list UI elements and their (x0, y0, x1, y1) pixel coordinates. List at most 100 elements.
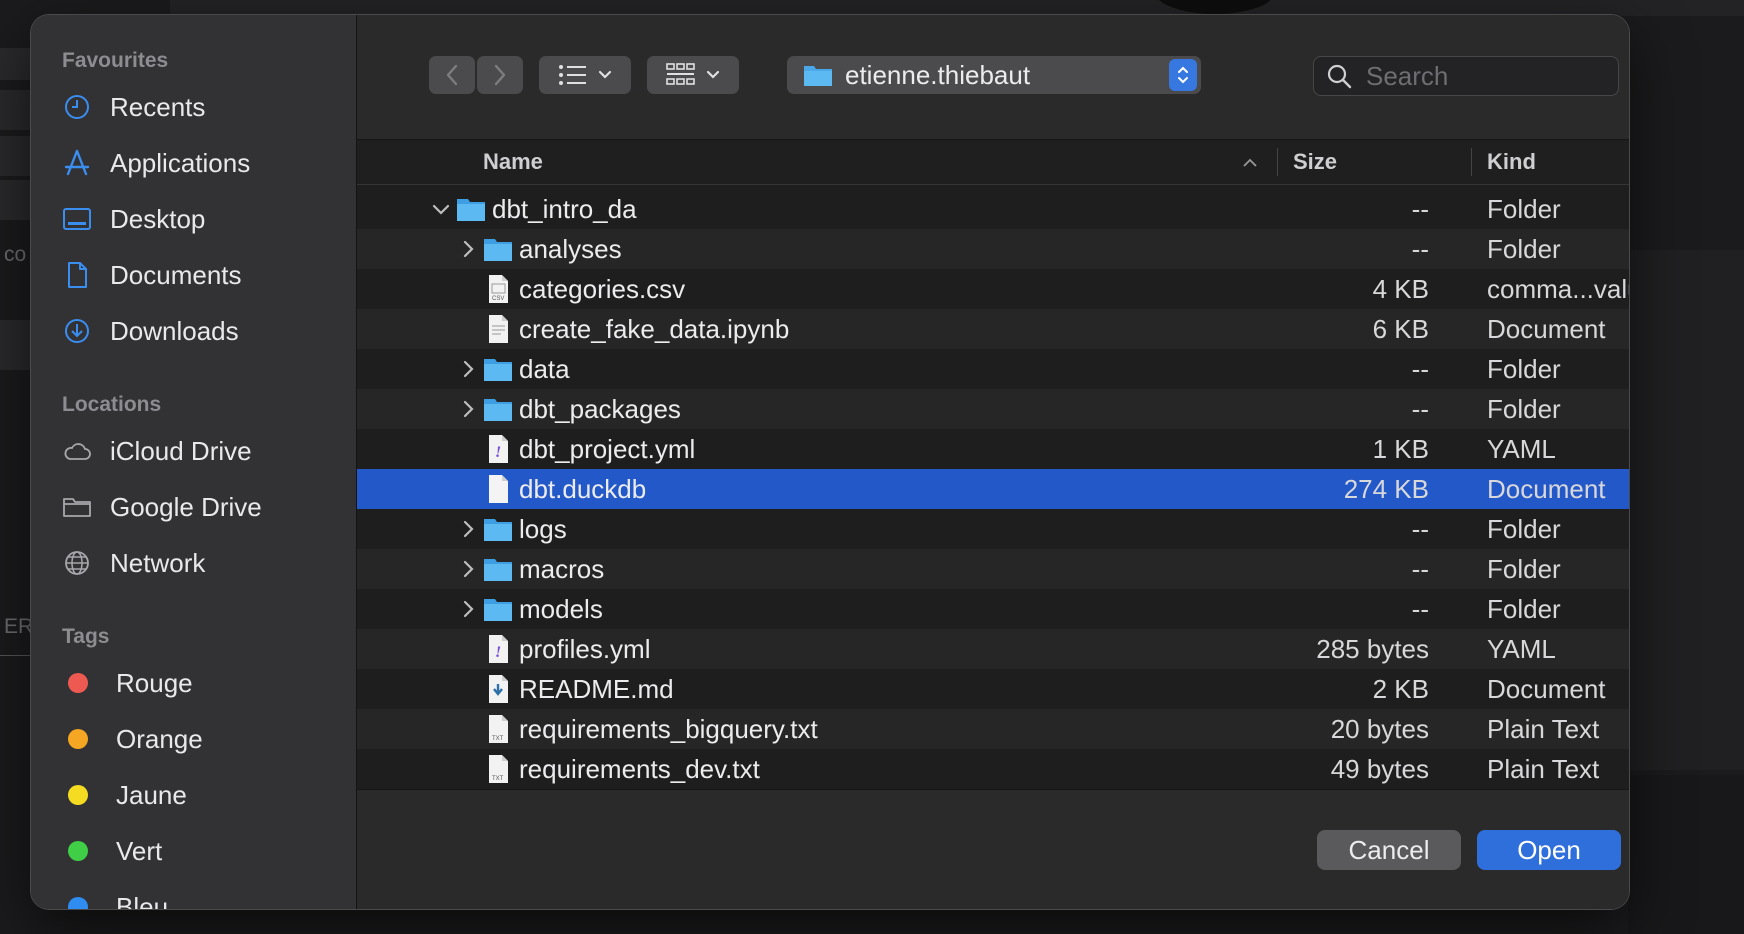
folder-icon (484, 399, 512, 421)
blank-file-icon (489, 475, 508, 503)
sidebar-item-label: Jaune (116, 779, 187, 810)
file-name: requirements_bigquery.txt (519, 714, 818, 744)
file-row[interactable]: analyses -- Folder (357, 229, 1629, 269)
background-app-strip (0, 136, 32, 176)
cloud-icon (64, 443, 91, 460)
sidebar-item-icloud-drive[interactable]: iCloud Drive (62, 431, 252, 471)
file-name: analyses (519, 234, 622, 264)
sidebar-item-google-drive[interactable]: Google Drive (62, 487, 262, 527)
file-size: -- (1411, 514, 1429, 544)
desktop-icon (63, 208, 91, 230)
open-button[interactable]: Open (1477, 830, 1621, 870)
file-name: requirements_dev.txt (519, 754, 760, 784)
list-view-button[interactable] (539, 56, 631, 94)
open-file-dialog: Favourites Recents Applications Desktop … (31, 15, 1629, 909)
file-row[interactable]: dbt_packages -- Folder (357, 389, 1629, 429)
sidebar-tag-jaune[interactable]: Jaune (62, 775, 187, 815)
yaml-file-icon: ! (489, 635, 508, 663)
file-size: -- (1411, 394, 1429, 424)
list-icon (559, 65, 586, 85)
group-by-button[interactable] (647, 56, 739, 94)
file-kind: Document (1487, 474, 1606, 504)
file-kind: Folder (1487, 194, 1561, 224)
chevron-right-icon (494, 64, 506, 86)
background-app-strip (0, 320, 32, 370)
sidebar-item-recents[interactable]: Recents (62, 87, 205, 127)
file-kind: Folder (1487, 394, 1561, 424)
file-size: -- (1411, 594, 1429, 624)
sidebar-item-label: Orange (116, 723, 203, 754)
file-size: 6 KB (1372, 314, 1429, 344)
chevron-left-icon (446, 64, 458, 86)
search-field[interactable] (1313, 56, 1619, 96)
file-row[interactable]: logs -- Folder (357, 509, 1629, 549)
svg-text:TXT: TXT (492, 776, 504, 782)
file-kind: Folder (1487, 354, 1561, 384)
file-size: 49 bytes (1330, 754, 1429, 784)
sidebar-tag-vert[interactable]: Vert (62, 831, 162, 871)
file-kind: Plain Text (1487, 714, 1600, 744)
background-app-panel (1628, 775, 1744, 934)
file-name: dbt_project.yml (519, 434, 696, 464)
file-row[interactable]: data -- Folder (357, 349, 1629, 389)
file-name: logs (519, 514, 567, 544)
sidebar-item-label: Documents (110, 259, 242, 290)
file-size: -- (1411, 234, 1429, 264)
sidebar: Favourites Recents Applications Desktop … (31, 15, 357, 909)
sidebar-item-label: Applications (110, 147, 251, 178)
file-row-selected[interactable]: dbt.duckdb 274 KB Document (357, 469, 1629, 509)
file-size: 285 bytes (1316, 634, 1429, 664)
file-row[interactable]: create_fake_data.ipynb 6 KB Document (357, 309, 1629, 349)
sidebar-item-desktop[interactable]: Desktop (62, 199, 205, 239)
forward-button[interactable] (477, 56, 523, 94)
file-name: README.md (519, 674, 674, 704)
file-row[interactable]: ! profiles.yml 285 bytes YAML (357, 629, 1629, 669)
file-row[interactable]: README.md 2 KB Document (357, 669, 1629, 709)
document-icon (68, 262, 87, 288)
file-row[interactable]: macros -- Folder (357, 549, 1629, 589)
csv-file-icon: CSV (489, 275, 508, 303)
back-button[interactable] (429, 56, 475, 94)
sidebar-item-documents[interactable]: Documents (62, 255, 242, 295)
sidebar-item-applications[interactable]: Applications (62, 143, 250, 183)
sidebar-tag-bleu[interactable]: Bleu (62, 887, 168, 909)
location-stepper[interactable] (1169, 59, 1197, 91)
text-file-icon: TXT (489, 715, 508, 743)
file-size: -- (1411, 354, 1429, 384)
disclosure-expanded-icon[interactable] (431, 198, 451, 220)
file-name: profiles.yml (519, 634, 651, 664)
location-popup[interactable]: etienne.thiebaut (787, 56, 1201, 94)
file-name: data (519, 354, 570, 384)
search-input[interactable] (1364, 59, 1588, 93)
sidebar-item-downloads[interactable]: Downloads (62, 311, 239, 351)
background-app-panel (1628, 250, 1744, 770)
sidebar-item-label: Bleu (116, 891, 169, 910)
disclosure-collapsed-icon[interactable] (458, 518, 478, 540)
sidebar-item-network[interactable]: Network (62, 543, 205, 583)
disclosure-collapsed-icon[interactable] (458, 598, 478, 620)
file-row[interactable]: dbt_intro_da -- Folder (357, 189, 1629, 229)
disclosure-collapsed-icon[interactable] (458, 358, 478, 380)
disclosure-collapsed-icon[interactable] (458, 398, 478, 420)
sidebar-item-label: Rouge (116, 667, 193, 698)
disclosure-collapsed-icon[interactable] (458, 238, 478, 260)
file-row[interactable]: TXT requirements_dev.txt 49 bytes Plain Tex… (357, 749, 1629, 789)
sidebar-item-label: Recents (110, 91, 206, 122)
column-name-header[interactable]: Name (483, 149, 543, 175)
file-row[interactable]: models -- Folder (357, 589, 1629, 629)
column-size-header[interactable]: Size (1293, 149, 1337, 175)
disclosure-collapsed-icon[interactable] (458, 558, 478, 580)
sidebar-tag-rouge[interactable]: Rouge (62, 663, 193, 703)
file-row[interactable]: TXT requirements_bigquery.txt 20 bytes Plai… (357, 709, 1629, 749)
column-divider[interactable] (1277, 148, 1278, 176)
sidebar-item-label: Downloads (110, 315, 239, 346)
file-row[interactable]: ! dbt_project.yml 1 KB YAML (357, 429, 1629, 469)
column-divider[interactable] (1471, 148, 1472, 176)
file-row[interactable]: CSV categories.csv 4 KB comma...values (357, 269, 1629, 309)
sidebar-item-label: iCloud Drive (110, 435, 252, 466)
applications-icon (64, 149, 90, 176)
grid-icon (666, 63, 695, 85)
sidebar-tag-orange[interactable]: Orange (62, 719, 203, 759)
cancel-button[interactable]: Cancel (1317, 830, 1461, 870)
column-kind-header[interactable]: Kind (1487, 149, 1536, 175)
